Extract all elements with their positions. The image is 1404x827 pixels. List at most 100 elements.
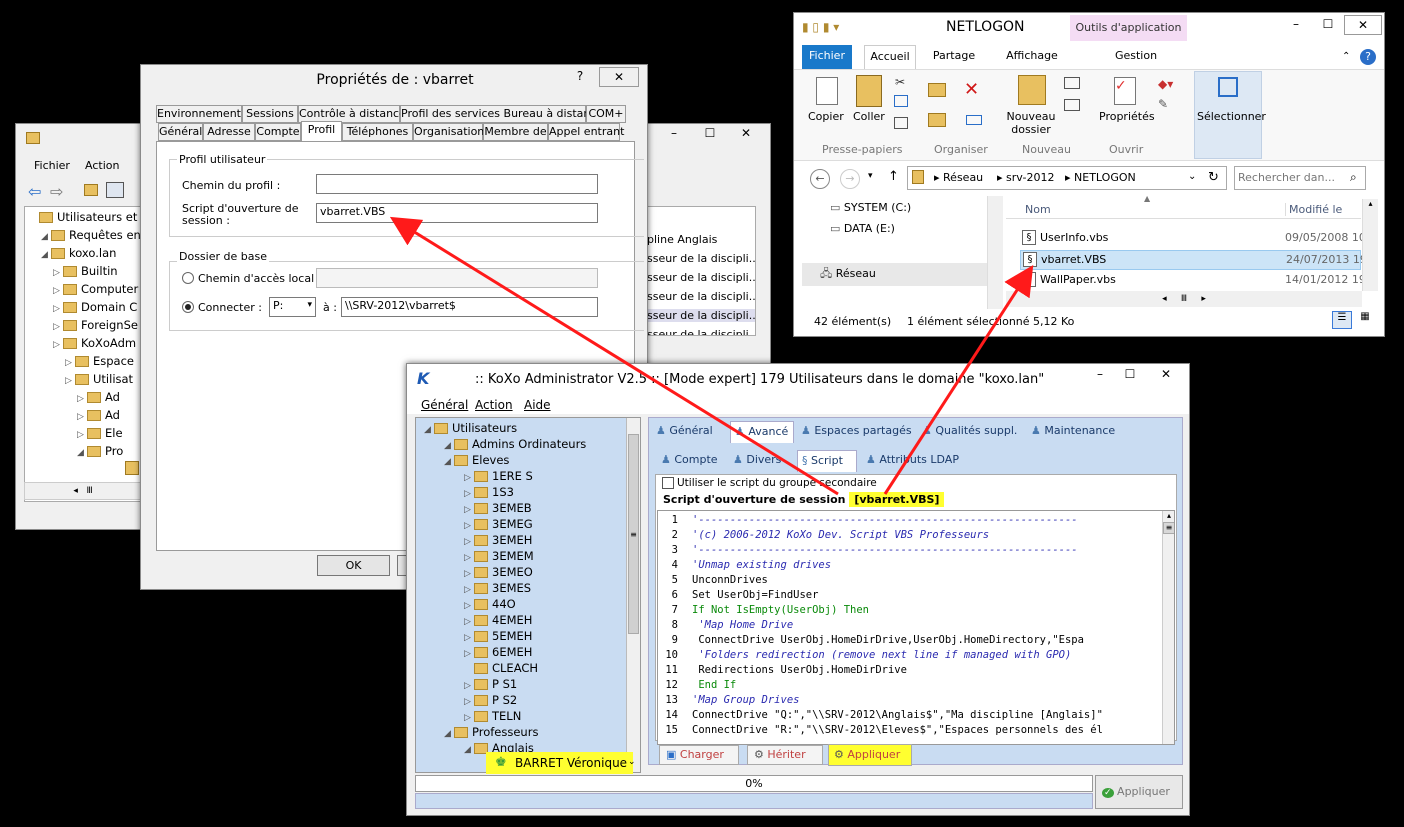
tab-profil[interactable]: Profil	[301, 121, 342, 142]
properties-icon[interactable]: ✓	[1114, 77, 1136, 105]
expand-arrow-icon[interactable]: ◢	[444, 454, 454, 470]
copy-button[interactable]: Copier	[808, 110, 844, 123]
new-folder-button[interactable]: Nouveau dossier	[1006, 110, 1056, 136]
cut-icon[interactable]: ✂	[895, 75, 905, 89]
aduc-tree-item[interactable]: ▷ Computer	[53, 281, 138, 297]
help-button[interactable]: ?	[565, 67, 595, 87]
open-icon[interactable]: ◆▾	[1158, 77, 1173, 91]
koxo-tree-item[interactable]: ▷ 5EMEH	[464, 628, 532, 644]
copy-icon[interactable]	[816, 77, 838, 105]
connect-radio[interactable]	[182, 301, 194, 313]
breadcrumb-srv[interactable]: ▸ srv-2012	[997, 171, 1054, 184]
expand-arrow-icon[interactable]: ▷	[53, 301, 63, 317]
column-name[interactable]: Nom	[1025, 203, 1051, 216]
expand-arrow-icon[interactable]: ▷	[53, 265, 63, 281]
nav-item[interactable]: 🖧 Réseau	[802, 263, 987, 286]
aduc-minimize-button[interactable]: –	[656, 124, 692, 144]
koxo-tree-item[interactable]: ▷ 3EMEB	[464, 500, 532, 516]
aduc-tree-item[interactable]: ◢ Pro	[77, 443, 123, 459]
aduc-tree-item[interactable]: ▷ KoXoAdm	[53, 335, 136, 351]
aduc-list-row[interactable]: sseur de la discipli...	[647, 309, 755, 322]
koxo-maximize-button[interactable]: ☐	[1115, 365, 1145, 385]
koxo-subtab-compte[interactable]: ♟ Compte	[657, 450, 727, 472]
connect-path-input[interactable]: \\SRV-2012\vbarret$	[341, 297, 598, 317]
expand-arrow-icon[interactable]: ◢	[464, 742, 474, 758]
aduc-tree-item[interactable]: ◢ Requêtes enre	[41, 227, 141, 245]
properties-close-button[interactable]: ✕	[599, 67, 639, 87]
koxo-tab-1[interactable]: ♟ Avancé	[730, 421, 794, 443]
aduc-list-row[interactable]: sseur de la discipli...	[647, 271, 755, 284]
code-editor[interactable]: 1 '--------------------------------------…	[657, 510, 1175, 745]
aduc-list-row[interactable]: pline Anglais	[647, 233, 717, 246]
apply-script-button[interactable]: ⚙ Appliquer	[828, 744, 912, 766]
aduc-list-row[interactable]: sseur de la discipli...	[647, 252, 755, 265]
local-path-radio[interactable]	[182, 272, 194, 284]
thumbnails-view-icon[interactable]: ▦	[1356, 311, 1374, 329]
tab-membre-de[interactable]: Membre de	[483, 123, 548, 141]
aduc-tree-item[interactable]: ▷ Espace	[65, 353, 134, 369]
console-icon[interactable]	[106, 182, 124, 198]
aduc-tree-item[interactable]: ▷ Ele	[77, 425, 123, 441]
aduc-tree-item[interactable]: Utilisateurs et ord	[29, 209, 141, 225]
koxo-menu-general[interactable]: Général	[421, 398, 468, 412]
explorer-back-icon[interactable]: ←	[810, 169, 830, 189]
file-row[interactable]: § vbarret.VBS 24/07/2013 19:	[1020, 250, 1371, 270]
move-to-icon[interactable]	[928, 83, 946, 97]
tab-adresse[interactable]: Adresse	[203, 123, 255, 141]
koxo-tree-item[interactable]: ▷ 1S3	[464, 484, 514, 500]
file-vscroll[interactable]: ▴	[1362, 199, 1378, 291]
expand-arrow-icon[interactable]: ◢	[41, 229, 51, 245]
expand-arrow-icon[interactable]: ▷	[53, 337, 63, 353]
koxo-tree-item[interactable]: ▷ 1ERE S	[464, 468, 533, 484]
koxo-tree-item[interactable]: ▷ 3EMEO	[464, 564, 533, 580]
recent-chevron-icon[interactable]: ▾	[868, 171, 873, 181]
aduc-tree-item[interactable]: ▷ Utilisat	[65, 371, 133, 387]
paste-shortcut-icon[interactable]	[894, 117, 908, 129]
ribbon-tab-accueil[interactable]: Accueil	[864, 45, 916, 69]
explorer-forward-icon[interactable]: →	[840, 169, 860, 189]
expand-arrow-icon[interactable]: ▷	[77, 409, 87, 425]
nav-item[interactable]: ▭ SYSTEM (C:)	[830, 201, 911, 214]
inherit-button[interactable]: ⚙ Hériter	[747, 745, 823, 765]
aduc-tree-item[interactable]: ◢ koxo.lan	[41, 245, 116, 261]
aduc-menu-action[interactable]: Action	[85, 159, 119, 172]
ribbon-collapse-icon[interactable]: ⌃	[1342, 51, 1350, 62]
koxo-close-button[interactable]: ✕	[1145, 365, 1187, 385]
code-vscroll[interactable]: ▴ ≡	[1162, 511, 1174, 744]
tab-général[interactable]: Général	[158, 123, 203, 141]
koxo-tree-item[interactable]: ◢ Admins Ordinateurs	[444, 436, 586, 452]
nav-item[interactable]: ▭ DATA (E:)	[830, 222, 895, 235]
ok-button[interactable]: OK	[317, 555, 390, 576]
rename-icon[interactable]	[966, 115, 982, 125]
profile-path-input[interactable]	[316, 174, 598, 194]
koxo-tree-item[interactable]: ▷ 44O	[464, 596, 516, 612]
ribbon-tab-partage[interactable]: Partage	[924, 45, 984, 69]
up-folder-icon[interactable]	[84, 184, 98, 196]
expand-arrow-icon[interactable]: ▷	[65, 373, 75, 389]
apply-button[interactable]: ✓ Appliquer	[1095, 775, 1183, 809]
explorer-minimize-button[interactable]: –	[1280, 15, 1312, 35]
aduc-tree-item[interactable]: ▷ Domain C	[53, 299, 137, 315]
koxo-tree-item[interactable]: CLEACH	[464, 660, 538, 676]
local-path-input[interactable]	[316, 268, 598, 288]
new-folder-icon[interactable]	[1018, 75, 1046, 105]
tab-1[interactable]: Sessions	[242, 105, 298, 123]
koxo-tree-item[interactable]: ▷ 6EMEH	[464, 644, 532, 660]
explorer-close-button[interactable]: ✕	[1344, 15, 1382, 35]
expand-arrow-icon[interactable]: ▷	[77, 391, 87, 407]
koxo-menu-aide[interactable]: Aide	[524, 398, 551, 412]
koxo-tab-2[interactable]: ♟ Espaces partagés	[797, 421, 915, 443]
koxo-subtab-attributs-ldap[interactable]: ♟ Attributs LDAP	[862, 450, 962, 472]
koxo-tree-item[interactable]: ▷ 3EMEH	[464, 532, 532, 548]
explorer-qat-icons[interactable]: ▮ ▯ ▮ ▾	[802, 20, 839, 34]
logon-script-input[interactable]: vbarret.VBS	[316, 203, 598, 223]
tree-scroll-down-icon[interactable]: ⌄	[628, 757, 636, 767]
tab-3[interactable]: Profil des services Bureau à distance	[400, 105, 603, 123]
paste-button[interactable]: Coller	[853, 110, 885, 123]
tab-téléphones[interactable]: Téléphones	[342, 123, 413, 141]
refresh-icon[interactable]: ↻	[1208, 170, 1219, 185]
tab-0[interactable]: Environnement	[156, 105, 242, 123]
aduc-hscroll[interactable]: ◂ Ⅲ	[24, 482, 142, 500]
up-icon[interactable]: ↑	[888, 169, 899, 184]
expand-arrow-icon[interactable]: ◢	[424, 422, 434, 438]
